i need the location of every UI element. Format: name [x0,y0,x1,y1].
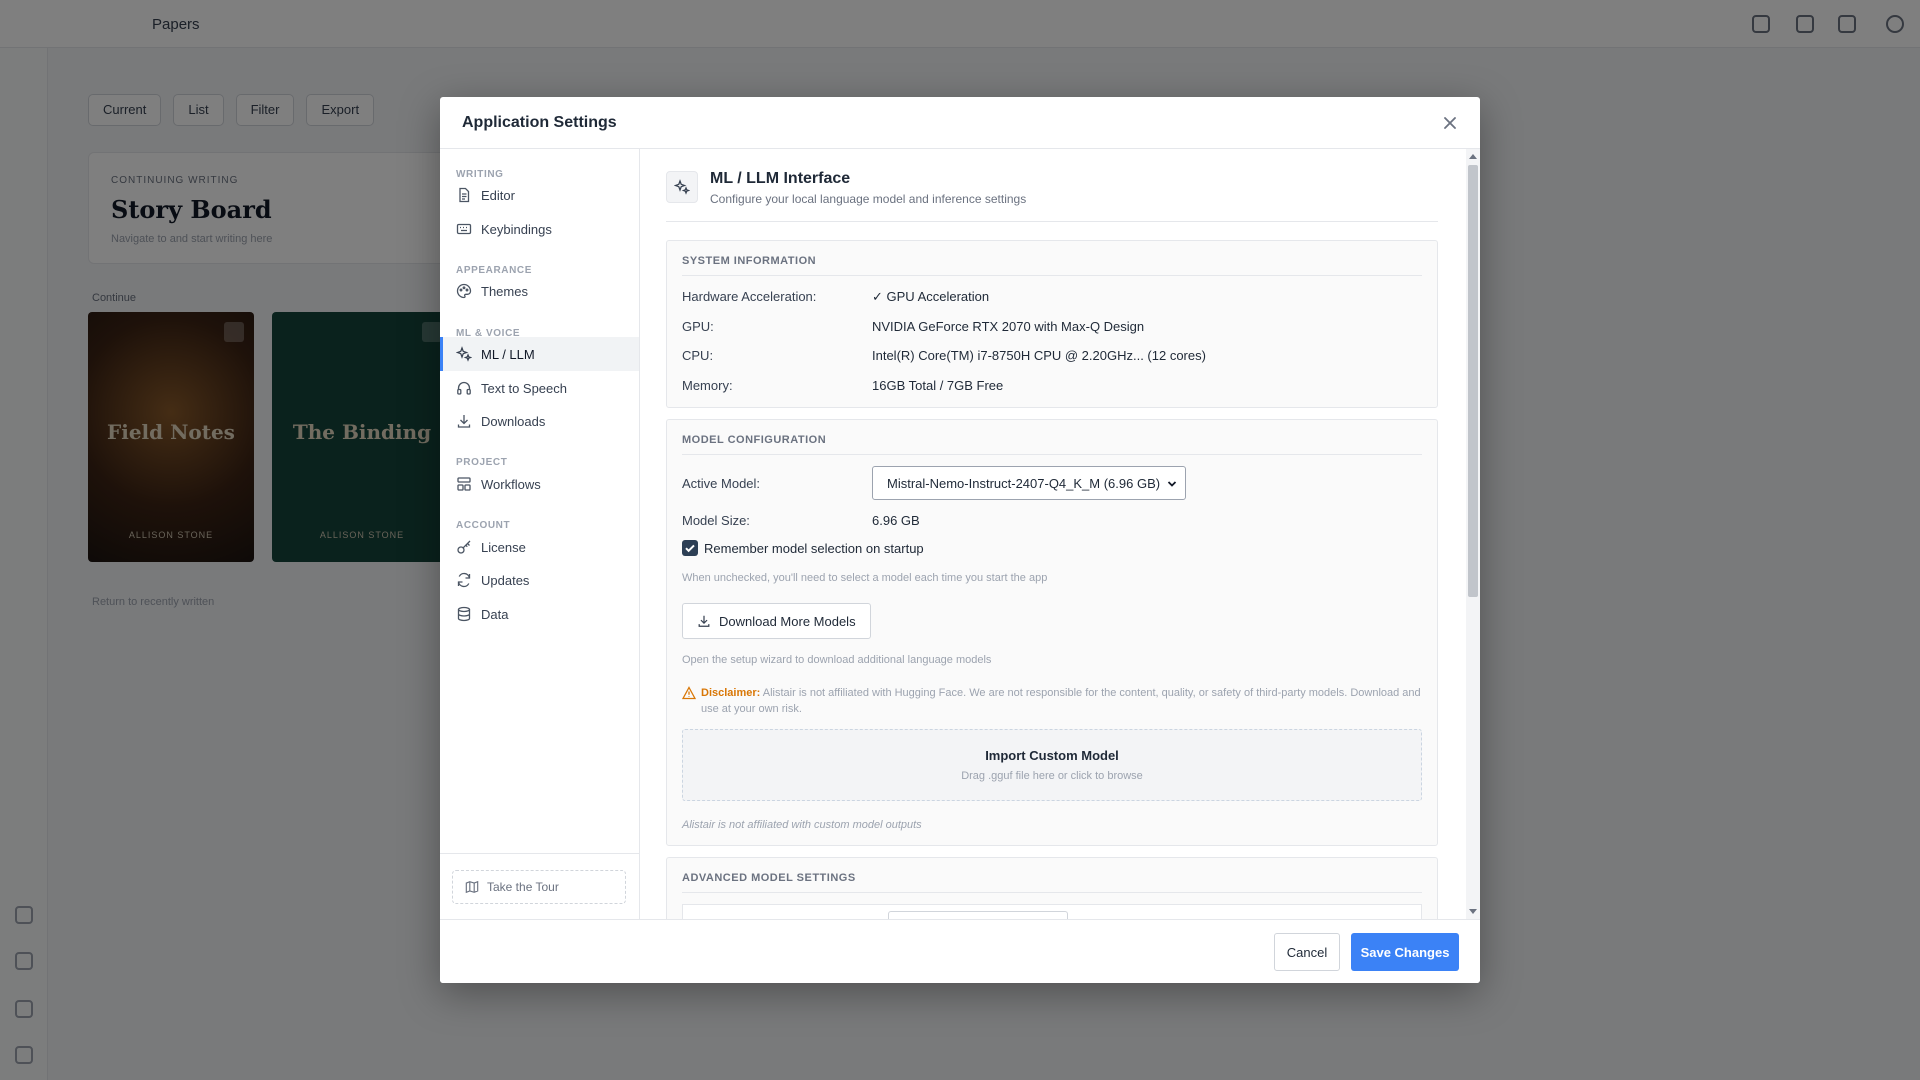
scroll-up-arrow-icon[interactable] [1469,154,1477,159]
sidebar-item-label: Editor [481,187,515,203]
download-more-models-button[interactable]: Download More Models [682,603,871,639]
modal-header: Application Settings [440,97,1480,149]
take-tour-button[interactable]: Take the Tour [452,870,626,904]
model-size-value: 6.96 GB [872,513,920,528]
remember-help-text: When unchecked, you'll need to select a … [682,572,1048,584]
divider [666,221,1438,222]
advanced-model-settings-panel: ADVANCED MODEL SETTINGS [666,857,1438,919]
modal-footer: Cancel Save Changes [440,919,1480,983]
check-icon [685,544,695,553]
sidebar-item-workflows[interactable]: Workflows [440,467,639,501]
info-label: CPU: [682,348,714,363]
sidebar-item-label: Updates [481,572,530,588]
save-changes-button[interactable]: Save Changes [1351,933,1459,971]
active-model-select[interactable]: Mistral-Nemo-Instruct-2407-Q4_K_M (6.96 … [872,466,1186,500]
info-label: Hardware Acceleration: [682,289,817,304]
key-icon [457,540,471,554]
download-help-text: Open the setup wizard to download additi… [682,654,992,666]
database-icon [457,606,471,622]
keyboard-icon [456,223,472,235]
download-icon [457,415,471,428]
settings-content: ML / LLM Interface Configure your local … [640,149,1466,919]
chevron-down-icon [1167,481,1177,487]
divider [682,275,1422,276]
sidebar-item-label: Downloads [481,413,546,429]
sidebar-item-license[interactable]: License [440,530,639,564]
panel-heading: SYSTEM INFORMATION [682,255,817,267]
modal-title: Application Settings [462,114,617,131]
disclaimer: Disclaimer: Alistair is not affiliated w… [682,685,1422,717]
sidebar-item-editor[interactable]: Editor [440,178,639,212]
close-icon[interactable] [1438,111,1462,135]
document-icon [459,187,470,203]
disclaimer-label: Disclaimer: [701,687,761,699]
sidebar-item-label: Text to Speech [481,380,567,396]
refresh-icon [457,572,471,588]
cancel-button[interactable]: Cancel [1274,933,1340,971]
sidebar-item-themes[interactable]: Themes [440,274,639,308]
workflow-icon [457,477,471,491]
scroll-down-arrow-icon[interactable] [1469,909,1477,914]
disclaimer-text: Alistair is not affiliated with Hugging … [701,687,1421,715]
sidebar-item-text-to-speech[interactable]: Text to Speech [440,371,639,405]
info-label: Memory: [682,378,733,393]
model-size-label: Model Size: [682,513,750,528]
scrollbar-thumb[interactable] [1468,165,1478,597]
sidebar-item-updates[interactable]: Updates [440,563,639,597]
settings-sidebar: WRITING Editor Keybindings APPEARANCE Th… [440,149,640,919]
map-icon [465,880,479,894]
custom-model-note: Alistair is not affiliated with custom m… [682,819,922,831]
palette-icon [456,283,472,299]
info-value: 16GB Total / 7GB Free [872,378,1004,393]
headphones-icon [457,381,471,395]
sidebar-item-label: Themes [481,283,528,299]
active-model-value: Mistral-Nemo-Instruct-2407-Q4_K_M (6.96 … [887,475,1161,491]
panel-heading: MODEL CONFIGURATION [682,434,827,446]
page-subtitle: Configure your local language model and … [710,192,1027,206]
import-custom-model-dropzone[interactable]: Import Custom Model Drag .gguf file here… [682,729,1422,801]
sidebar-item-label: Keybindings [481,221,552,237]
panel-heading: ADVANCED MODEL SETTINGS [682,872,856,884]
download-icon [698,615,710,627]
take-tour-label: Take the Tour [487,880,559,894]
sidebar-item-label: ML / LLM [481,346,535,362]
sidebar-item-keybindings[interactable]: Keybindings [440,212,639,246]
sidebar-item-ml-llm[interactable]: ML / LLM [440,337,639,371]
download-button-label: Download More Models [719,613,856,629]
info-value: ✓ GPU Acceleration [872,289,990,304]
sidebar-item-label: Workflows [481,476,541,492]
advanced-setting-input[interactable] [888,911,1068,919]
dropzone-title: Import Custom Model [985,748,1119,763]
sidebar-item-label: Data [481,606,509,622]
sidebar-item-data[interactable]: Data [440,597,639,631]
advanced-setting-row [682,904,1422,919]
model-configuration-panel: MODEL CONFIGURATION Active Model: Mistra… [666,419,1438,846]
remember-model-checkbox[interactable] [682,540,698,556]
system-information-panel: SYSTEM INFORMATION Hardware Acceleration… [666,240,1438,408]
sidebar-footer: Take the Tour [440,853,639,919]
dropzone-subtitle: Drag .gguf file here or click to browse [961,770,1143,782]
info-label: GPU: [682,319,714,334]
content-scrollbar[interactable] [1466,149,1480,919]
info-value: Intel(R) Core(TM) i7-8750H CPU @ 2.20GHz… [872,348,1206,363]
divider [682,892,1422,893]
info-value: NVIDIA GeForce RTX 2070 with Max-Q Desig… [872,319,1145,334]
warning-icon [682,686,696,700]
sidebar-item-label: License [481,539,526,555]
remember-model-label: Remember model selection on startup [704,541,924,556]
sparkles-icon [666,171,698,203]
sidebar-item-downloads[interactable]: Downloads [440,404,639,438]
active-model-label: Active Model: [682,476,761,491]
divider [682,454,1422,455]
sparkles-icon [456,346,472,362]
settings-modal: Application Settings WRITING Editor Keyb… [440,97,1480,983]
page-title: ML / LLM Interface [710,170,851,187]
